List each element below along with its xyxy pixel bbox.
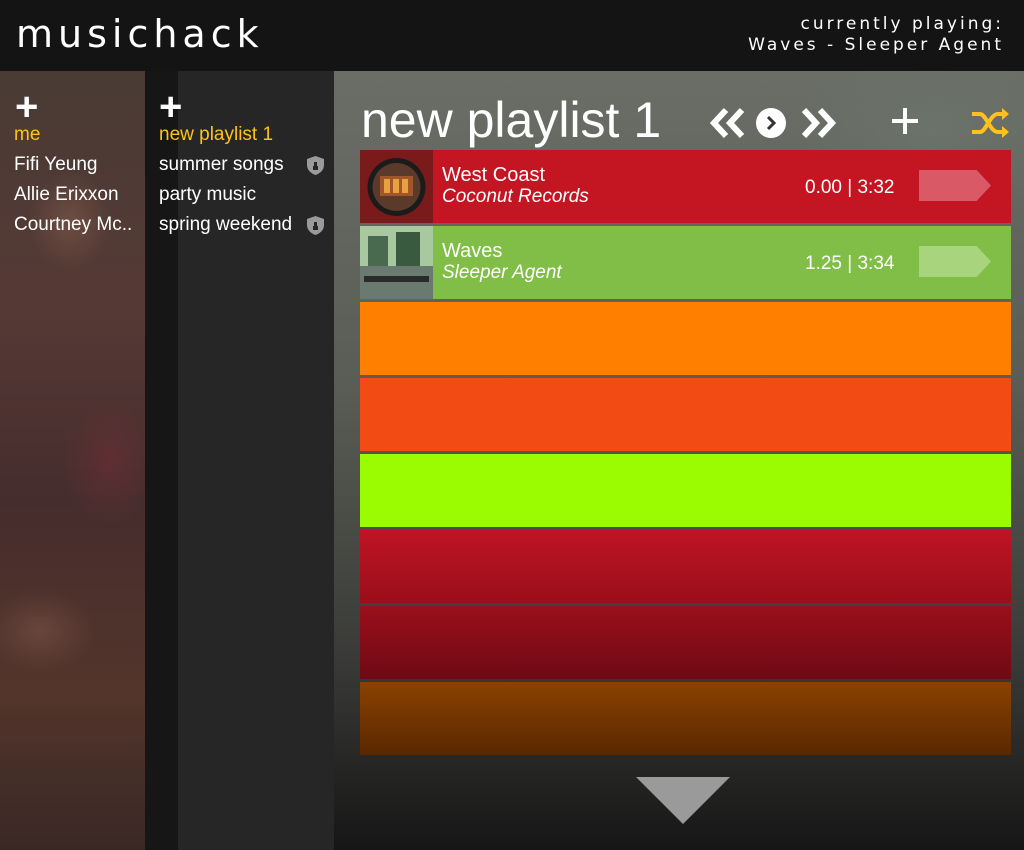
track-artist: Sleeper Agent xyxy=(442,262,562,283)
empty-track-row[interactable] xyxy=(360,530,1011,603)
app-logo: musichack xyxy=(16,12,264,56)
fast-forward-icon[interactable] xyxy=(800,107,836,139)
add-song-button[interactable] xyxy=(891,107,919,135)
empty-track-row[interactable] xyxy=(360,302,1011,375)
playlists-sidebar: + new playlist 1 summer songs party musi… xyxy=(145,71,334,850)
now-playing-track: Waves - Sleeper Agent xyxy=(748,35,1004,55)
now-playing: currently playing: Waves - Sleeper Agent xyxy=(748,14,1004,56)
playlist-item-summer-songs[interactable]: summer songs xyxy=(159,154,284,176)
track-flag-button[interactable] xyxy=(919,170,991,201)
rewind-icon[interactable] xyxy=(710,107,746,139)
friends-sidebar: + me Fifi Yeung Allie Erixxon Courtney M… xyxy=(0,71,145,850)
friend-item-fifi[interactable]: Fifi Yeung xyxy=(14,154,97,176)
empty-track-row[interactable] xyxy=(360,454,1011,527)
friend-item-me[interactable]: me xyxy=(14,124,40,146)
lock-icon xyxy=(307,156,324,175)
playlist-item-party-music[interactable]: party music xyxy=(159,184,256,206)
track-time: 0.00 | 3:32 xyxy=(805,177,895,198)
add-friend-button[interactable]: + xyxy=(15,87,38,127)
plus-icon: + xyxy=(15,85,39,129)
track-row[interactable]: Waves Sleeper Agent 1.25 | 3:34 xyxy=(360,226,1011,299)
track-title: Waves xyxy=(442,240,503,262)
plus-icon: + xyxy=(159,85,183,129)
now-playing-label: currently playing: xyxy=(800,14,1004,34)
album-art xyxy=(360,150,433,223)
playlist-title: new playlist 1 xyxy=(361,92,662,148)
friend-item-courtney[interactable]: Courtney Mc.. xyxy=(14,214,132,236)
track-row[interactable]: West Coast Coconut Records 0.00 | 3:32 xyxy=(360,150,1011,223)
playlist-item-spring-weekend[interactable]: spring weekend xyxy=(159,214,292,236)
lock-icon xyxy=(307,216,324,235)
top-bar: musichack currently playing: Waves - Sle… xyxy=(0,0,1024,71)
empty-track-row[interactable] xyxy=(360,378,1011,451)
scroll-down-icon[interactable] xyxy=(636,777,730,824)
track-flag-button[interactable] xyxy=(919,246,991,277)
friend-item-allie[interactable]: Allie Erixxon xyxy=(14,184,119,206)
playlist-panel: new playlist 1 West Coast Coconut Record… xyxy=(334,71,1024,850)
empty-track-row[interactable] xyxy=(360,606,1011,679)
play-icon[interactable] xyxy=(756,108,786,138)
playlist-item-new-playlist-1[interactable]: new playlist 1 xyxy=(159,124,273,146)
album-art xyxy=(360,226,433,299)
track-title: West Coast xyxy=(442,164,545,186)
track-artist: Coconut Records xyxy=(442,186,589,207)
track-time: 1.25 | 3:34 xyxy=(805,253,895,274)
shuffle-icon[interactable] xyxy=(970,106,1010,140)
add-playlist-button[interactable]: + xyxy=(159,87,182,127)
empty-track-row[interactable] xyxy=(360,682,1011,755)
